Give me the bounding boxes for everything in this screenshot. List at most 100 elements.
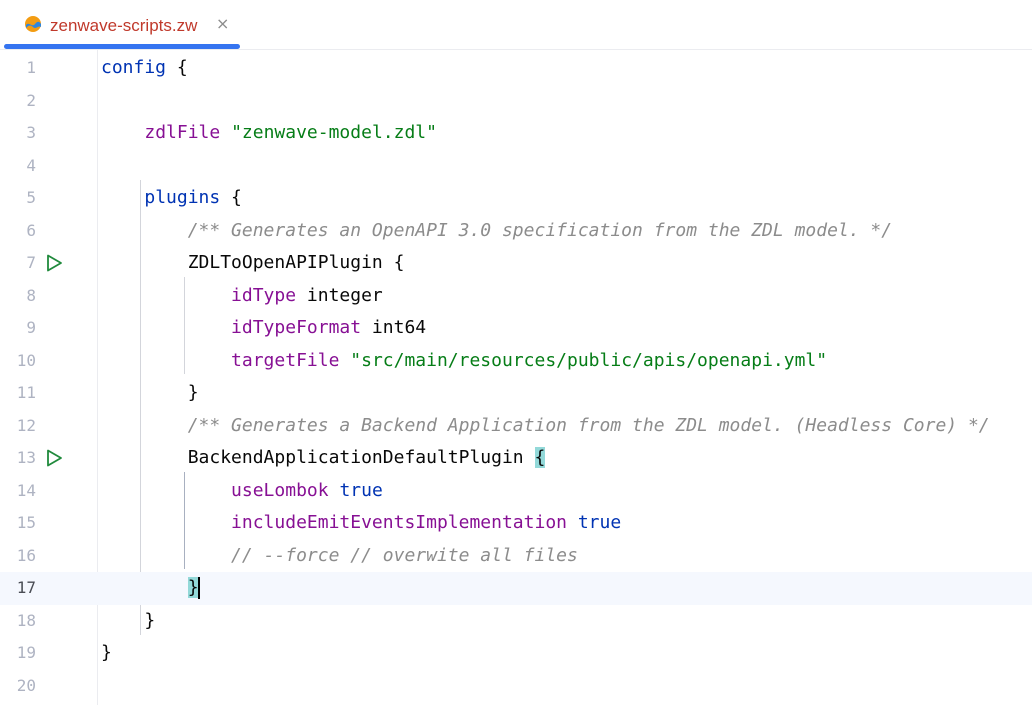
line-number: 14 <box>16 480 36 500</box>
line-number: 20 <box>16 675 36 695</box>
code-line[interactable]: 4 <box>0 150 1032 183</box>
code-token: } <box>144 609 156 631</box>
run-icon[interactable] <box>45 254 63 272</box>
code-token: } <box>187 382 199 403</box>
code-text: idType integer <box>101 280 383 312</box>
code-text: useLombok true <box>101 475 383 507</box>
code-text: includeEmitEventsImplementation true <box>101 507 621 539</box>
code-text: idTypeFormat int64 <box>101 312 426 344</box>
code-line[interactable]: 8 idType integer <box>0 280 1032 313</box>
code-line[interactable]: 17 } <box>0 572 1032 605</box>
code-token: ZDLToOpenAPIPlugin <box>187 252 383 273</box>
code-token: true <box>339 479 383 501</box>
code-token: { <box>166 57 188 78</box>
code-text: plugins { <box>101 182 242 214</box>
code-token: targetFile <box>231 349 340 371</box>
line-number: 2 <box>26 90 36 110</box>
code-line[interactable]: 9 idTypeFormat int64 <box>0 312 1032 345</box>
code-token: idType <box>231 284 297 306</box>
code-line[interactable]: 15 includeEmitEventsImplementation true <box>0 507 1032 540</box>
code-editor[interactable]: 1 config {2 3 zdlFile "zenwave-model.zdl" 4… <box>0 50 1032 705</box>
line-number: 9 <box>26 318 36 337</box>
code-line[interactable]: 5 plugins { <box>0 182 1032 215</box>
line-number: 7 <box>26 253 36 272</box>
code-token: plugins <box>144 187 221 208</box>
code-text: config { <box>101 52 188 84</box>
code-line[interactable]: 3 zdlFile "zenwave-model.zdl" <box>0 117 1032 150</box>
line-number: 8 <box>26 285 36 305</box>
code-text: } <box>101 637 112 669</box>
code-line[interactable]: 1 config { <box>0 52 1032 85</box>
line-number: 13 <box>16 448 36 467</box>
code-line[interactable]: 20 <box>0 670 1032 703</box>
code-token: int64 <box>361 317 427 338</box>
code-token: } <box>101 642 112 663</box>
code-token: includeEmitEventsImplementation <box>231 512 567 533</box>
code-token: { <box>220 187 242 208</box>
code-text: /** Generates an OpenAPI 3.0 specificati… <box>101 215 892 247</box>
code-text: zdlFile "zenwave-model.zdl" <box>101 117 437 149</box>
code-token: useLombok <box>231 479 329 501</box>
line-number: 11 <box>16 383 36 402</box>
code-token: "zenwave-model.zdl" <box>231 122 437 143</box>
code-text: ZDLToOpenAPIPlugin { <box>101 247 405 279</box>
code-line[interactable]: 6 /** Generates an OpenAPI 3.0 specifica… <box>0 215 1032 248</box>
code-token: integer <box>296 284 383 306</box>
code-token: /** Generates an OpenAPI 3.0 specificati… <box>187 219 893 241</box>
active-tab-indicator <box>4 44 240 49</box>
code-line[interactable]: 16 // --force // overwite all files <box>0 540 1032 573</box>
code-line[interactable]: 11 } <box>0 377 1032 410</box>
code-line[interactable]: 19} <box>0 637 1032 670</box>
line-number: 4 <box>26 155 36 175</box>
code-token: "src/main/resources/public/apis/openapi.… <box>350 349 828 371</box>
code-line[interactable]: 10 targetFile "src/main/resources/public… <box>0 345 1032 378</box>
line-number: 17 <box>16 578 36 597</box>
code-token: { <box>534 447 546 468</box>
line-number: 18 <box>16 610 36 630</box>
code-text: } <box>101 377 199 409</box>
close-icon[interactable]: × <box>216 13 229 35</box>
code-text: BackendApplicationDefaultPlugin { <box>101 442 546 474</box>
zenwave-file-icon <box>25 16 41 32</box>
editor-tab-bar: zenwave-scripts.zw × <box>0 0 1032 50</box>
line-number: 5 <box>26 188 36 207</box>
code-line[interactable]: 14 useLombok true <box>0 475 1032 508</box>
line-number: 19 <box>16 643 36 662</box>
code-line[interactable]: 18 } <box>0 605 1032 638</box>
code-line[interactable]: 2 <box>0 85 1032 118</box>
line-number: 3 <box>26 123 36 142</box>
code-token: BackendApplicationDefaultPlugin <box>187 447 524 468</box>
line-number: 12 <box>16 415 36 435</box>
code-token: // --force // overwite all files <box>231 544 578 566</box>
line-number: 6 <box>26 220 36 240</box>
text-caret <box>197 577 200 599</box>
line-number: 16 <box>16 545 36 565</box>
code-line[interactable]: 13 BackendApplicationDefaultPlugin { <box>0 442 1032 475</box>
run-icon[interactable] <box>45 449 63 467</box>
code-token: config <box>101 57 167 78</box>
code-token: zdlFile <box>144 122 221 143</box>
tab-zenwave-scripts[interactable]: zenwave-scripts.zw × <box>4 0 240 50</box>
code-line[interactable]: 7 ZDLToOpenAPIPlugin { <box>0 247 1032 280</box>
code-line[interactable]: 12 /** Generates a Backend Application f… <box>0 410 1032 443</box>
code-text: targetFile "src/main/resources/public/ap… <box>101 345 827 377</box>
line-number: 1 <box>26 58 36 77</box>
code-text: } <box>101 605 155 637</box>
